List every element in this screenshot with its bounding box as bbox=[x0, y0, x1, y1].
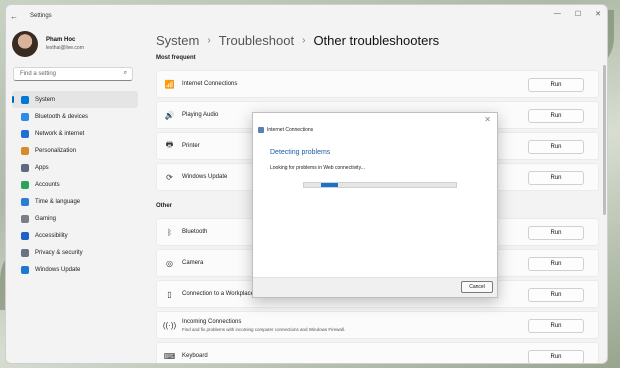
cancel-button[interactable]: Cancel bbox=[461, 281, 493, 293]
profile-email: lexthai@live.com bbox=[46, 45, 84, 51]
chevron-right-icon: › bbox=[207, 35, 211, 46]
progress-bar bbox=[303, 182, 457, 188]
run-button[interactable]: Run bbox=[528, 171, 584, 185]
sidebar-item-label: Apps bbox=[35, 164, 49, 171]
sidebar-item-label: System bbox=[35, 96, 56, 103]
sidebar-item-label: Accessibility bbox=[35, 232, 68, 239]
search-placeholder: Find a setting bbox=[20, 71, 57, 77]
sidebar-item-label: Privacy & security bbox=[35, 249, 83, 256]
sidebar-item-label: Accounts bbox=[35, 181, 60, 188]
apps-icon bbox=[21, 163, 29, 172]
dialog-heading: Detecting problems bbox=[270, 149, 331, 156]
dialog-close-icon[interactable]: ✕ bbox=[484, 115, 491, 124]
wifi-icon: 📶 bbox=[164, 79, 175, 89]
title-bar: ← Settings — ☐ ✕ bbox=[6, 5, 607, 27]
sidebar-item-label: Personalization bbox=[35, 147, 77, 154]
network-troubleshooter-icon bbox=[258, 127, 264, 133]
printer-icon: 🖶 bbox=[165, 140, 174, 149]
sidebar-item-label: Network & internet bbox=[35, 130, 85, 137]
accounts-icon bbox=[21, 180, 29, 189]
brush-icon bbox=[21, 146, 29, 155]
sidebar-item-time-language[interactable]: Time & language bbox=[12, 193, 138, 210]
search-icon[interactable]: ⌕ bbox=[124, 70, 127, 77]
antenna-icon: ((·)) bbox=[162, 320, 177, 330]
keyboard-icon: ⌨ bbox=[163, 351, 176, 361]
sidebar-item-label: Gaming bbox=[35, 215, 57, 222]
section-most-frequent: Most frequent bbox=[156, 55, 196, 61]
phone-icon: ▯ bbox=[167, 289, 172, 299]
troubleshooter-row: 📶 Internet Connections Run bbox=[156, 70, 599, 98]
run-button[interactable]: Run bbox=[528, 226, 584, 240]
sidebar-item-apps[interactable]: Apps bbox=[12, 159, 138, 176]
troubleshooter-dialog: ✕ Internet Connections Detecting problem… bbox=[252, 112, 498, 298]
sidebar-item-accessibility[interactable]: Accessibility bbox=[12, 227, 138, 244]
camera-icon: ◎ bbox=[166, 258, 173, 268]
globe-icon bbox=[21, 197, 29, 206]
sidebar-item-label: Windows Update bbox=[35, 266, 81, 273]
troubleshooter-label: Playing Audio bbox=[182, 112, 219, 118]
run-button[interactable]: Run bbox=[528, 78, 584, 92]
sidebar-item-gaming[interactable]: Gaming bbox=[12, 210, 138, 227]
sidebar-nav: System Bluetooth & devices Network & inter… bbox=[12, 91, 138, 278]
run-button[interactable]: Run bbox=[528, 350, 584, 363]
scrollbar[interactable] bbox=[603, 65, 606, 215]
profile-name: Pham Hoc bbox=[46, 37, 76, 43]
bluetooth-icon: ᛒ bbox=[167, 227, 172, 237]
back-arrow-icon[interactable]: ← bbox=[10, 12, 24, 21]
sidebar-item-bluetooth-devices[interactable]: Bluetooth & devices bbox=[12, 108, 138, 125]
dialog-title-text: Internet Connections bbox=[267, 127, 314, 133]
troubleshooter-label: Windows Update bbox=[182, 174, 228, 180]
sidebar-item-personalization[interactable]: Personalization bbox=[12, 142, 138, 159]
troubleshooter-row: ⌨ Keyboard Run bbox=[156, 342, 599, 363]
user-profile[interactable]: Pham Hoc lexthai@live.com bbox=[12, 31, 84, 57]
sidebar-item-label: Bluetooth & devices bbox=[35, 113, 89, 120]
app-title: Settings bbox=[30, 13, 52, 19]
accessibility-icon bbox=[21, 231, 29, 240]
sidebar-item-privacy-security[interactable]: Privacy & security bbox=[12, 244, 138, 261]
run-button[interactable]: Run bbox=[528, 140, 584, 154]
run-button[interactable]: Run bbox=[528, 109, 584, 123]
section-other: Other bbox=[156, 203, 173, 209]
progress-fill bbox=[321, 183, 338, 187]
refresh-icon: ⟳ bbox=[166, 172, 173, 182]
sidebar-item-windows-update[interactable]: Windows Update bbox=[12, 261, 138, 278]
network-icon bbox=[21, 129, 29, 138]
sidebar-item-label: Time & language bbox=[35, 198, 81, 205]
troubleshooter-label: Internet Connections bbox=[182, 81, 238, 87]
troubleshooter-description: Find and fix problems with incoming comp… bbox=[182, 326, 346, 332]
run-button[interactable]: Run bbox=[528, 319, 584, 333]
shield-icon bbox=[21, 248, 29, 257]
sidebar-item-network-internet[interactable]: Network & internet bbox=[12, 125, 138, 142]
troubleshooter-label: Camera bbox=[182, 260, 204, 266]
system-icon bbox=[21, 95, 29, 104]
dialog-message: Looking for problems in Web connectivity… bbox=[270, 165, 365, 171]
maximize-icon[interactable]: ☐ bbox=[575, 10, 581, 18]
dialog-footer: Cancel bbox=[253, 277, 497, 297]
search-input[interactable]: Find a setting ⌕ bbox=[13, 67, 133, 81]
sidebar-item-system[interactable]: System bbox=[12, 91, 138, 108]
dialog-title: Internet Connections bbox=[258, 127, 313, 133]
troubleshooter-label: Printer bbox=[182, 143, 200, 149]
close-icon[interactable]: ✕ bbox=[595, 10, 601, 18]
bluetooth-icon bbox=[21, 112, 29, 121]
troubleshooter-label: Connection to a Workplace bbox=[182, 291, 254, 297]
sidebar-item-accounts[interactable]: Accounts bbox=[12, 176, 138, 193]
chevron-right-icon: › bbox=[302, 35, 306, 46]
gaming-icon bbox=[21, 214, 29, 223]
update-icon bbox=[21, 265, 29, 274]
speaker-icon: 🔊 bbox=[164, 110, 175, 120]
page-title: Other troubleshooters bbox=[313, 33, 440, 48]
troubleshooter-label: Incoming Connections bbox=[182, 318, 242, 325]
window-controls: — ☐ ✕ bbox=[554, 10, 601, 18]
run-button[interactable]: Run bbox=[528, 288, 584, 302]
avatar bbox=[12, 31, 38, 57]
breadcrumb-troubleshoot[interactable]: Troubleshoot bbox=[219, 33, 294, 48]
breadcrumb-system[interactable]: System bbox=[156, 33, 199, 48]
troubleshooter-label: Bluetooth bbox=[182, 229, 208, 235]
breadcrumb: System › Troubleshoot › Other troublesho… bbox=[156, 33, 439, 48]
minimize-icon[interactable]: — bbox=[554, 10, 561, 18]
run-button[interactable]: Run bbox=[528, 257, 584, 271]
troubleshooter-label: Keyboard bbox=[182, 353, 208, 359]
troubleshooter-row: ((·)) Incoming Connections Find and fix pr… bbox=[156, 311, 599, 339]
